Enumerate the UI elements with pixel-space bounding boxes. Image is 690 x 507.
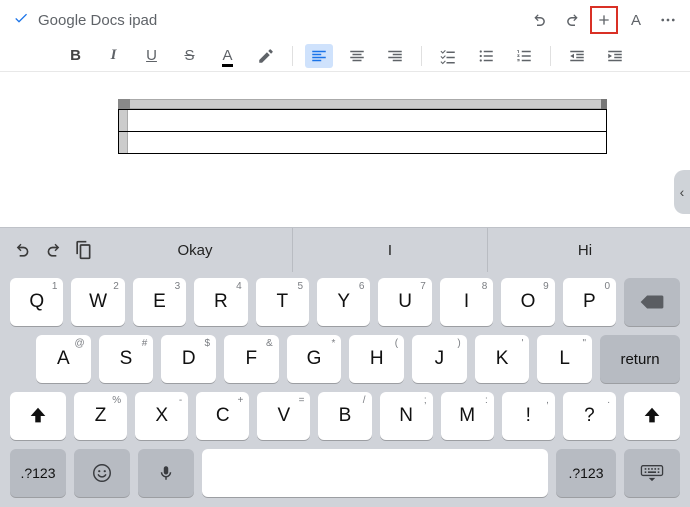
undo-button[interactable] xyxy=(526,6,554,34)
decrease-indent-button[interactable] xyxy=(563,44,591,68)
key-backspace[interactable] xyxy=(624,278,680,326)
header-actions: A xyxy=(526,6,682,34)
key-j[interactable]: )J xyxy=(412,335,467,383)
document-canvas[interactable] xyxy=(0,72,690,227)
key-a[interactable]: @A xyxy=(36,335,91,383)
key-f[interactable]: &F xyxy=(224,335,279,383)
checklist-button[interactable] xyxy=(434,44,462,68)
side-tab-handle[interactable]: ‹ xyxy=(674,170,690,214)
key-g[interactable]: *G xyxy=(287,335,342,383)
key-x[interactable]: -X xyxy=(135,392,188,440)
key-dictation[interactable] xyxy=(138,449,194,497)
strikethrough-button[interactable]: S xyxy=(176,44,204,68)
key-return[interactable]: return xyxy=(600,335,680,383)
highlight-button[interactable] xyxy=(252,44,280,68)
prediction-suggestion[interactable]: Hi xyxy=(487,228,682,272)
numbered-list-button[interactable] xyxy=(510,44,538,68)
increase-indent-button[interactable] xyxy=(601,44,629,68)
keyboard-redo-icon[interactable] xyxy=(38,235,68,265)
key-e[interactable]: 3E xyxy=(133,278,186,326)
keyboard-prediction-bar: Okay I Hi xyxy=(0,228,690,272)
key-q[interactable]: 1Q xyxy=(10,278,63,326)
align-right-button[interactable] xyxy=(381,44,409,68)
key-space[interactable] xyxy=(202,449,548,497)
key-w[interactable]: 2W xyxy=(71,278,124,326)
key-i[interactable]: 8I xyxy=(440,278,493,326)
key-question[interactable]: .? xyxy=(563,392,616,440)
key-l[interactable]: "L xyxy=(537,335,592,383)
key-d[interactable]: $D xyxy=(161,335,216,383)
app-header: Google Docs ipad A xyxy=(0,0,690,40)
key-numeric-left[interactable]: .?123 xyxy=(10,449,66,497)
document-table[interactable] xyxy=(118,109,607,154)
table-cell[interactable] xyxy=(119,110,607,132)
key-p[interactable]: 0P xyxy=(563,278,616,326)
key-b[interactable]: /B xyxy=(318,392,371,440)
key-m[interactable]: :M xyxy=(441,392,494,440)
italic-button[interactable]: I xyxy=(100,44,128,68)
key-shift-right[interactable] xyxy=(624,392,680,440)
format-text-button[interactable]: A xyxy=(622,6,650,34)
key-shift-left[interactable] xyxy=(10,392,66,440)
document-title[interactable]: Google Docs ipad xyxy=(34,12,526,29)
key-n[interactable]: ;N xyxy=(380,392,433,440)
bold-button[interactable]: B xyxy=(62,44,90,68)
key-z[interactable]: %Z xyxy=(74,392,127,440)
toolbar-divider xyxy=(292,46,293,66)
more-menu-button[interactable] xyxy=(654,6,682,34)
key-c[interactable]: +C xyxy=(196,392,249,440)
underline-button[interactable]: U xyxy=(138,44,166,68)
align-center-button[interactable] xyxy=(343,44,371,68)
redo-button[interactable] xyxy=(558,6,586,34)
key-v[interactable]: =V xyxy=(257,392,310,440)
onscreen-keyboard: Okay I Hi 1Q 2W 3E 4R 5T 6Y 7U 8I 9O 0P … xyxy=(0,227,690,507)
table-cell[interactable] xyxy=(119,132,607,154)
key-emoji[interactable] xyxy=(74,449,130,497)
text-color-button[interactable]: A xyxy=(214,44,242,68)
key-k[interactable]: 'K xyxy=(475,335,530,383)
key-o[interactable]: 9O xyxy=(501,278,554,326)
insert-button[interactable] xyxy=(590,6,618,34)
keyboard-clipboard-icon[interactable] xyxy=(68,235,98,265)
key-u[interactable]: 7U xyxy=(378,278,431,326)
prediction-suggestion[interactable]: I xyxy=(292,228,487,272)
key-s[interactable]: #S xyxy=(99,335,154,383)
bulleted-list-button[interactable] xyxy=(472,44,500,68)
key-h[interactable]: (H xyxy=(349,335,404,383)
key-numeric-right[interactable]: .?123 xyxy=(556,449,616,497)
toolbar-divider xyxy=(421,46,422,66)
done-check-icon[interactable] xyxy=(8,10,34,31)
align-left-button[interactable] xyxy=(305,44,333,68)
prediction-suggestion[interactable]: Okay xyxy=(98,228,292,272)
keyboard-undo-icon[interactable] xyxy=(8,235,38,265)
key-y[interactable]: 6Y xyxy=(317,278,370,326)
key-hide-keyboard[interactable] xyxy=(624,449,680,497)
toolbar-divider xyxy=(550,46,551,66)
key-exclaim[interactable]: ,! xyxy=(502,392,555,440)
key-t[interactable]: 5T xyxy=(256,278,309,326)
horizontal-ruler[interactable] xyxy=(118,99,607,109)
format-toolbar: B I U S A xyxy=(0,40,690,72)
key-r[interactable]: 4R xyxy=(194,278,247,326)
